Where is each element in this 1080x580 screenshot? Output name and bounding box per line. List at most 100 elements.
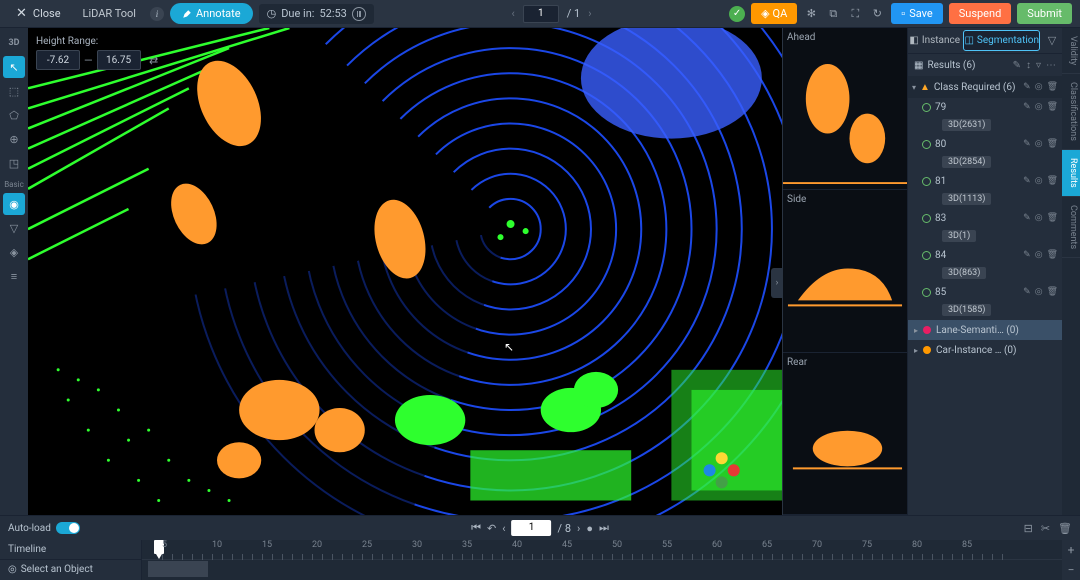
object-tag[interactable]: 3D(1585) — [942, 304, 991, 316]
delete-icon[interactable]: 🗑 — [1047, 102, 1058, 112]
select-tool[interactable]: ⬚ — [3, 80, 25, 102]
page-prev-icon[interactable]: ‹ — [511, 7, 514, 20]
next-frame-icon[interactable]: › — [577, 522, 580, 535]
chevron-down-icon[interactable]: ▾ — [912, 83, 916, 92]
track-segment[interactable] — [148, 561, 208, 577]
qa-button[interactable]: ◈QA — [751, 3, 797, 24]
select-object-row[interactable]: ◎Select an Object — [0, 560, 141, 579]
delete-icon[interactable]: 🗑 — [1047, 139, 1058, 149]
sort-icon[interactable]: ↕ — [1026, 60, 1031, 71]
info-icon[interactable]: i — [150, 7, 164, 21]
play-icon[interactable]: ● — [586, 522, 593, 535]
rewind-icon[interactable]: ⏮ — [471, 521, 481, 535]
more-icon[interactable]: ⋯ — [1046, 60, 1056, 71]
split-icon[interactable]: ⊟ — [1024, 522, 1033, 535]
class-required-row[interactable]: ▾ ▲ Class Required (6) ✎ ◎ 🗑 — [908, 76, 1062, 98]
panel-filter-icon[interactable]: ▽ — [1042, 28, 1062, 53]
car-instance-row[interactable]: ▸ Car-Instance … (0) — [908, 340, 1062, 360]
delete-icon[interactable]: 🗑 — [1047, 176, 1058, 186]
height-max-input[interactable] — [97, 50, 141, 70]
edit-all-icon[interactable]: ✎ — [1013, 60, 1021, 71]
object-row[interactable]: 80✎◎🗑 — [908, 135, 1062, 153]
bug-icon[interactable]: ✻ — [803, 6, 819, 22]
vtab-validity[interactable]: Validity — [1062, 28, 1080, 74]
trash-icon[interactable]: 🗑 — [1058, 522, 1072, 535]
prev-frame-icon[interactable]: ‹ — [502, 522, 505, 535]
close-button[interactable]: ✕Close — [8, 3, 69, 24]
lane-semantic-row[interactable]: ▸ Lane-Semanti… (0) — [908, 320, 1062, 340]
visibility-icon[interactable]: ◎ — [1035, 82, 1043, 92]
layers-tool[interactable]: ◈ — [3, 241, 25, 263]
object-row[interactable]: 81✎◎🗑 — [908, 172, 1062, 190]
toggle-switch[interactable] — [56, 522, 80, 534]
refresh-icon[interactable]: ↻ — [869, 6, 885, 22]
delete-icon[interactable]: 🗑 — [1047, 213, 1058, 223]
zoom-in-icon[interactable]: + — [1068, 543, 1075, 557]
cube-tool[interactable]: ◳ — [3, 152, 25, 174]
edit-icon[interactable]: ✎ — [1023, 82, 1031, 92]
object-row[interactable]: 83✎◎🗑 — [908, 209, 1062, 227]
edit-icon[interactable]: ✎ — [1023, 250, 1031, 260]
edit-icon[interactable]: ✎ — [1023, 287, 1031, 297]
object-tag[interactable]: 3D(2854) — [942, 156, 991, 168]
cut-icon[interactable]: ✂ — [1041, 522, 1050, 535]
filter-tool[interactable]: ▽ — [3, 217, 25, 239]
edit-icon[interactable]: ✎ — [1023, 213, 1031, 223]
visibility-icon[interactable]: ◎ — [1035, 213, 1043, 223]
object-row[interactable]: 84✎◎🗑 — [908, 246, 1062, 264]
tab-instance[interactable]: ◧Instance — [908, 28, 961, 53]
delete-icon[interactable]: 🗑 — [1047, 82, 1058, 92]
save-button[interactable]: ▫Save — [891, 3, 942, 24]
delete-icon[interactable]: 🗑 — [1047, 250, 1058, 260]
visibility-icon[interactable]: ◎ — [1035, 250, 1043, 260]
delete-icon[interactable]: 🗑 — [1047, 287, 1058, 297]
autoload-toggle[interactable]: Auto-load — [8, 522, 80, 534]
list-tool[interactable]: ≡ — [3, 265, 25, 287]
submit-button[interactable]: Submit — [1017, 3, 1072, 24]
vtab-classifications[interactable]: Classifications — [1062, 74, 1080, 150]
fullscreen-icon[interactable]: ⛶ — [847, 6, 863, 22]
object-tag[interactable]: 3D(1113) — [942, 193, 991, 205]
visibility-icon[interactable]: ◎ — [1035, 176, 1043, 186]
help-icon[interactable]: ⧉ — [825, 6, 841, 22]
lidar-canvas[interactable]: Height Range: — ⇄ — [28, 28, 782, 515]
pause-icon[interactable] — [352, 7, 366, 21]
annotate-button[interactable]: Annotate — [170, 3, 253, 24]
forward-icon[interactable]: ⏭ — [599, 521, 609, 535]
visibility-icon[interactable]: ◎ — [1035, 102, 1043, 112]
visibility-icon[interactable]: ◎ — [1035, 139, 1043, 149]
view-3d-button[interactable]: 3D — [3, 32, 25, 54]
object-row[interactable]: 79✎◎🗑 — [908, 98, 1062, 116]
chevron-right-icon[interactable]: ▸ — [914, 326, 918, 335]
swap-icon[interactable]: ⇄ — [145, 51, 163, 69]
pointer-tool[interactable]: ↖ — [3, 56, 25, 78]
timeline-track[interactable]: 510152025303540455055606570758085 — [142, 540, 1062, 580]
collapse-icon[interactable]: ▿ — [1036, 60, 1041, 71]
page-current[interactable]: 1 — [523, 5, 559, 23]
height-min-input[interactable] — [36, 50, 80, 70]
chevron-right-icon[interactable]: ▸ — [914, 346, 918, 355]
frame-input[interactable]: 1 — [512, 520, 552, 536]
view-rear[interactable]: Rear — [783, 353, 907, 515]
visibility-icon[interactable]: ◎ — [1035, 287, 1043, 297]
page-next-icon[interactable]: › — [588, 7, 591, 20]
brush-tool[interactable]: ◉ — [3, 193, 25, 215]
object-row[interactable]: 85✎◎🗑 — [908, 283, 1062, 301]
zoom-out-icon[interactable]: − — [1068, 563, 1075, 577]
edit-icon[interactable]: ✎ — [1023, 176, 1031, 186]
step-back-icon[interactable]: ↶ — [487, 522, 496, 535]
suspend-button[interactable]: Suspend — [949, 3, 1012, 24]
view-ahead[interactable]: Ahead — [783, 28, 907, 190]
view-side[interactable]: Side — [783, 190, 907, 352]
vtab-results[interactable]: Results — [1062, 150, 1080, 197]
tab-segmentation[interactable]: ◫Segmentation — [963, 30, 1040, 51]
object-tag[interactable]: 3D(2631) — [942, 119, 991, 131]
polygon-tool[interactable]: ⬠ — [3, 104, 25, 126]
edit-icon[interactable]: ✎ — [1023, 139, 1031, 149]
crosshair-tool[interactable]: ⊕ — [3, 128, 25, 150]
object-tag[interactable]: 3D(863) — [942, 267, 986, 279]
sideview-collapse-icon[interactable]: › — [771, 268, 783, 298]
edit-icon[interactable]: ✎ — [1023, 102, 1031, 112]
vtab-comments[interactable]: Comments — [1062, 197, 1080, 258]
object-tag[interactable]: 3D(1) — [942, 230, 976, 242]
